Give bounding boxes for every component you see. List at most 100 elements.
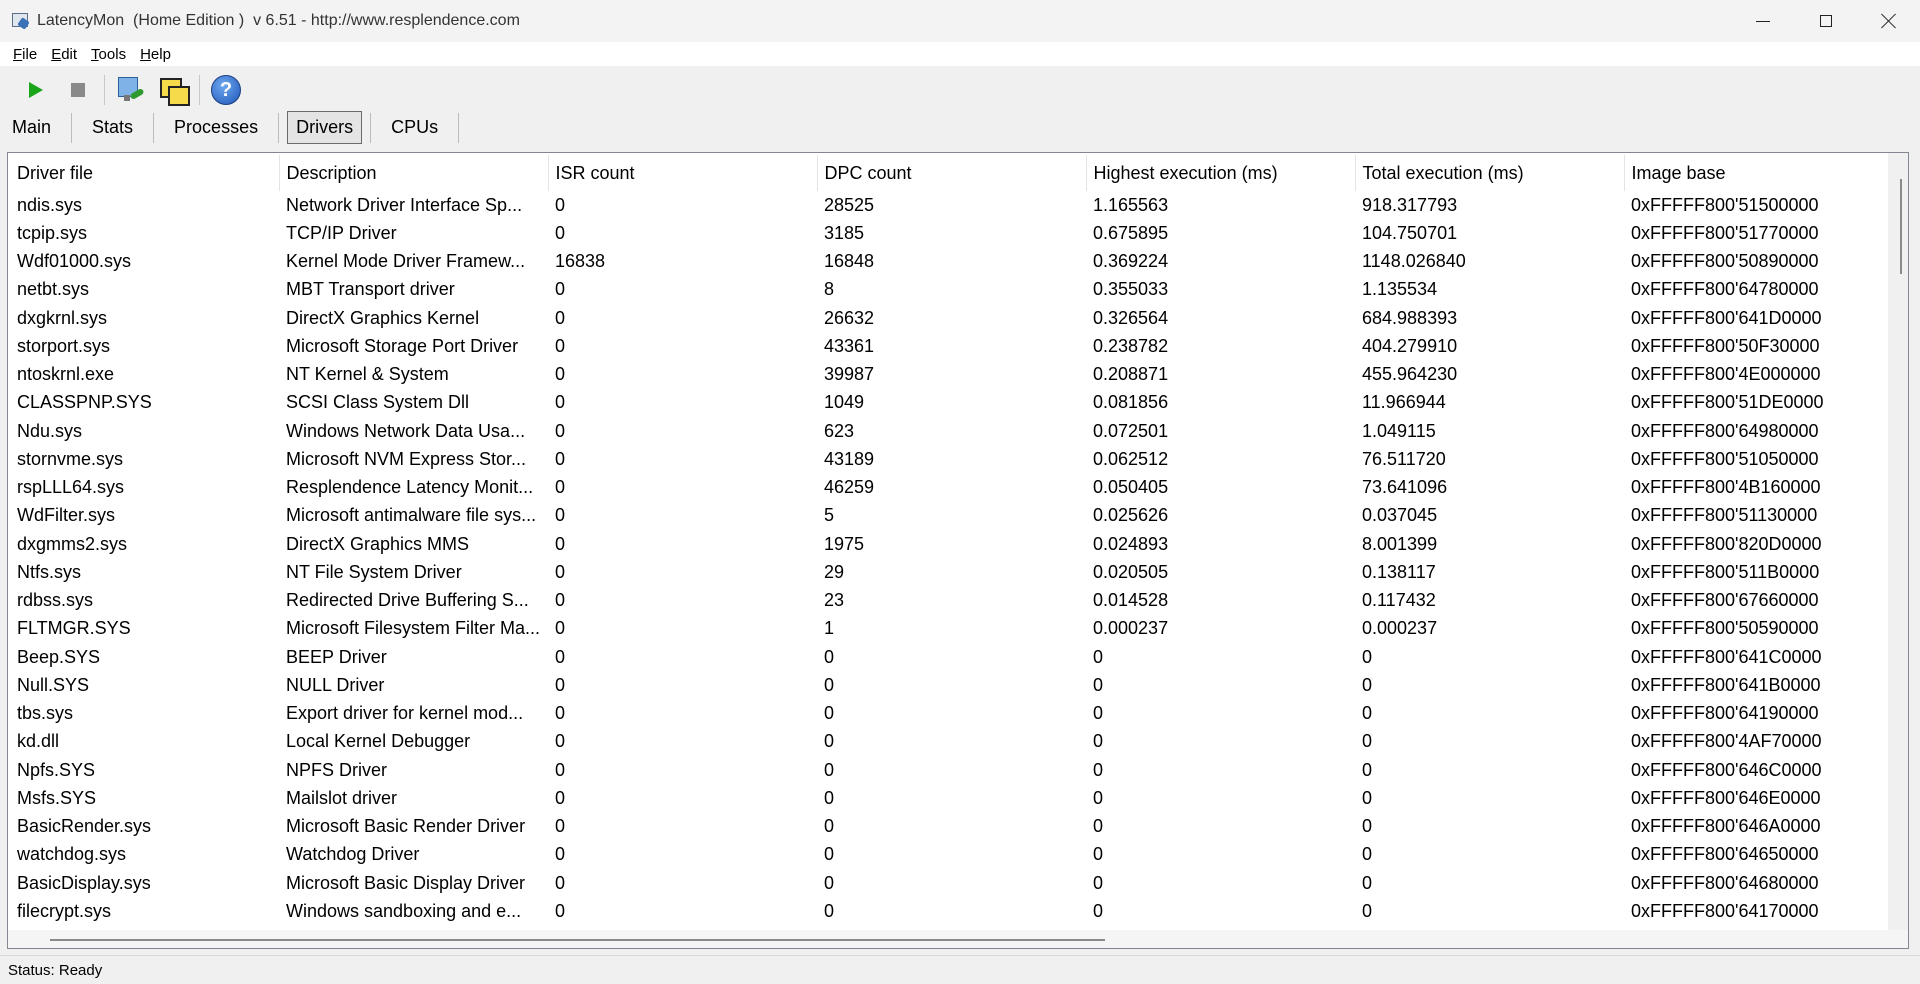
cell-image-base: 0xFFFFF800'641D0000 [1631,307,1822,328]
tab-cpus[interactable]: CPUs [379,112,450,143]
start-button[interactable] [20,74,52,106]
minimize-icon [1755,20,1770,22]
cell-highest-execution: 0 [1093,844,1104,865]
tab-drivers[interactable]: Drivers [287,111,363,144]
cell-description: NPFS Driver [286,759,388,780]
table-row[interactable]: tbs.sys Export driver for kernel mod... 0 0… [10,700,1890,728]
cell-total-execution: 76.511720 [1362,448,1446,469]
table-row[interactable]: dxgkrnl.sys DirectX Graphics Kernel 0 26632… [10,304,1890,332]
window-title: LatencyMon (Home Edition ) v 6.51 - http… [37,12,520,29]
column-header-isr-count[interactable]: ISR count [548,155,818,191]
status-bar: Status: Ready [0,955,1920,984]
column-header-driver-file[interactable]: Driver file [10,155,280,191]
cell-dpc-count: 1 [824,618,835,639]
cell-image-base: 0xFFFFF800'51770000 [1631,222,1819,243]
cell-driver-file: tcpip.sys [17,222,88,243]
cell-total-execution: 0 [1362,900,1373,921]
menu-help[interactable]: Help [127,46,178,63]
table-row[interactable]: WdFilter.sys Microsoft antimalware file s… [10,502,1890,530]
tab-main[interactable]: Main [0,112,63,143]
menu-tools[interactable]: Tools [78,46,133,63]
table-row[interactable]: watchdog.sys Watchdog Driver 0 0 0 0 0xFFFFF80… [10,841,1890,869]
column-header-dpc-count[interactable]: DPC count [817,155,1087,191]
table-row[interactable]: dxgmms2.sys DirectX Graphics MMS 0 1975 0.02… [10,530,1890,558]
column-header-total-execution[interactable]: Total execution (ms) [1355,155,1625,191]
cell-highest-execution: 0 [1093,646,1104,667]
cell-highest-execution: 0.000237 [1093,618,1169,639]
column-header-highest-execution[interactable]: Highest execution (ms) [1086,155,1356,191]
cell-highest-execution: 0 [1093,787,1104,808]
horizontal-scroll-thumb[interactable] [50,939,1105,941]
cell-dpc-count: 43361 [824,335,875,356]
cell-total-execution: 0 [1362,816,1373,837]
table-row[interactable]: rspLLL64.sys Resplendence Latency Monit..… [10,474,1890,502]
cell-highest-execution: 0.355033 [1093,279,1169,300]
tab-bar: Main Stats Processes Drivers CPUs [0,110,1920,145]
help-icon: ? [211,75,241,105]
minimize-button[interactable] [1731,0,1794,42]
cell-description: NULL Driver [286,674,385,695]
table-row[interactable]: BasicDisplay.sys Microsoft Basic Display … [10,869,1890,897]
tab-stats[interactable]: Stats [80,112,145,143]
table-row[interactable]: filecrypt.sys Windows sandboxing and e...… [10,897,1890,925]
cell-image-base: 0xFFFFF800'64780000 [1631,279,1819,300]
table-row[interactable]: Npfs.SYS NPFS Driver 0 0 0 0 0xFFFFF800'646C00… [10,756,1890,784]
tab-separator [153,112,155,143]
cell-isr-count: 0 [555,505,566,526]
table-row[interactable]: ntoskrnl.exe NT Kernel & System 0 39987 0.20… [10,361,1890,389]
table-row[interactable]: ndis.sys Network Driver Interface Sp... 0 2… [10,191,1890,219]
cell-isr-count: 0 [555,872,566,893]
cell-description: Watchdog Driver [286,844,420,865]
cell-total-execution: 0.117432 [1362,590,1436,611]
table-row[interactable]: storport.sys Microsoft Storage Port Drive… [10,332,1890,360]
horizontal-scrollbar[interactable] [8,930,1908,948]
column-header-description[interactable]: Description [279,155,549,191]
table-row[interactable]: BasicRender.sys Microsoft Basic Render Dr… [10,813,1890,841]
cell-image-base: 0xFFFFF800'646A0000 [1631,816,1821,837]
table-row[interactable]: CLASSPNP.SYS SCSI Class System Dll 0 1049 0.… [10,389,1890,417]
cell-total-execution: 684.988393 [1362,307,1458,328]
table-row[interactable]: netbt.sys MBT Transport driver 0 8 0.355033 1… [10,276,1890,304]
windows-button[interactable] [157,74,190,106]
cell-description: BEEP Driver [286,646,387,667]
cell-image-base: 0xFFFFF800'646E0000 [1631,787,1821,808]
cell-highest-execution: 0 [1093,759,1104,780]
cell-highest-execution: 0 [1093,900,1104,921]
table-row[interactable]: Wdf01000.sys Kernel Mode Driver Framew...… [10,248,1890,276]
cell-image-base: 0xFFFFF800'51130000 [1631,505,1818,526]
vertical-scroll-thumb[interactable] [1900,179,1902,274]
close-button[interactable] [1857,0,1920,42]
process-button[interactable] [115,74,147,106]
cell-image-base: 0xFFFFF800'511B0000 [1631,561,1820,582]
cell-isr-count: 0 [555,194,566,215]
cell-driver-file: stornvme.sys [17,448,124,469]
cell-image-base: 0xFFFFF800'50590000 [1631,618,1819,639]
stop-button[interactable] [62,74,94,106]
help-button[interactable]: ? [210,74,242,106]
table-row[interactable]: rdbss.sys Redirected Drive Buffering S...… [10,587,1890,615]
column-header-image-base[interactable]: Image base [1624,155,1891,191]
cell-description: Microsoft Storage Port Driver [286,335,519,356]
table-row[interactable]: Null.SYS NULL Driver 0 0 0 0 0xFFFFF800'641B00… [10,671,1890,699]
vertical-scrollbar[interactable] [1888,153,1908,948]
cell-highest-execution: 0 [1093,731,1104,752]
table-row[interactable]: Ntfs.sys NT File System Driver 0 29 0.020505… [10,558,1890,586]
table-row[interactable]: Msfs.SYS Mailslot driver 0 0 0 0 0xFFFFF800'64… [10,784,1890,812]
cell-isr-count: 0 [555,900,566,921]
maximize-button[interactable] [1794,0,1857,42]
cell-driver-file: dxgkrnl.sys [17,307,108,328]
cell-total-execution: 455.964230 [1362,364,1458,385]
table-row[interactable]: FLTMGR.SYS Microsoft Filesystem Filter Ma… [10,615,1890,643]
table-row[interactable]: tcpip.sys TCP/IP Driver 0 3185 0.675895 104.7… [10,219,1890,247]
cell-description: SCSI Class System Dll [286,392,470,413]
tab-processes[interactable]: Processes [162,112,270,143]
drivers-list-view[interactable]: Driver file Description ISR count DPC count… [7,152,1909,949]
table-row[interactable]: Ndu.sys Windows Network Data Usa... 0 623 0.… [10,417,1890,445]
cell-image-base: 0xFFFFF800'641B0000 [1631,674,1821,695]
table-row[interactable]: stornvme.sys Microsoft NVM Express Stor..… [10,445,1890,473]
table-row[interactable]: Beep.SYS BEEP Driver 0 0 0 0 0xFFFFF800'641C00… [10,643,1890,671]
cell-image-base: 0xFFFFF800'820D0000 [1631,533,1822,554]
cell-dpc-count: 0 [824,900,835,921]
table-row[interactable]: kd.dll Local Kernel Debugger 0 0 0 0 0xFFFFF80… [10,728,1890,756]
cell-driver-file: Ndu.sys [17,420,83,441]
